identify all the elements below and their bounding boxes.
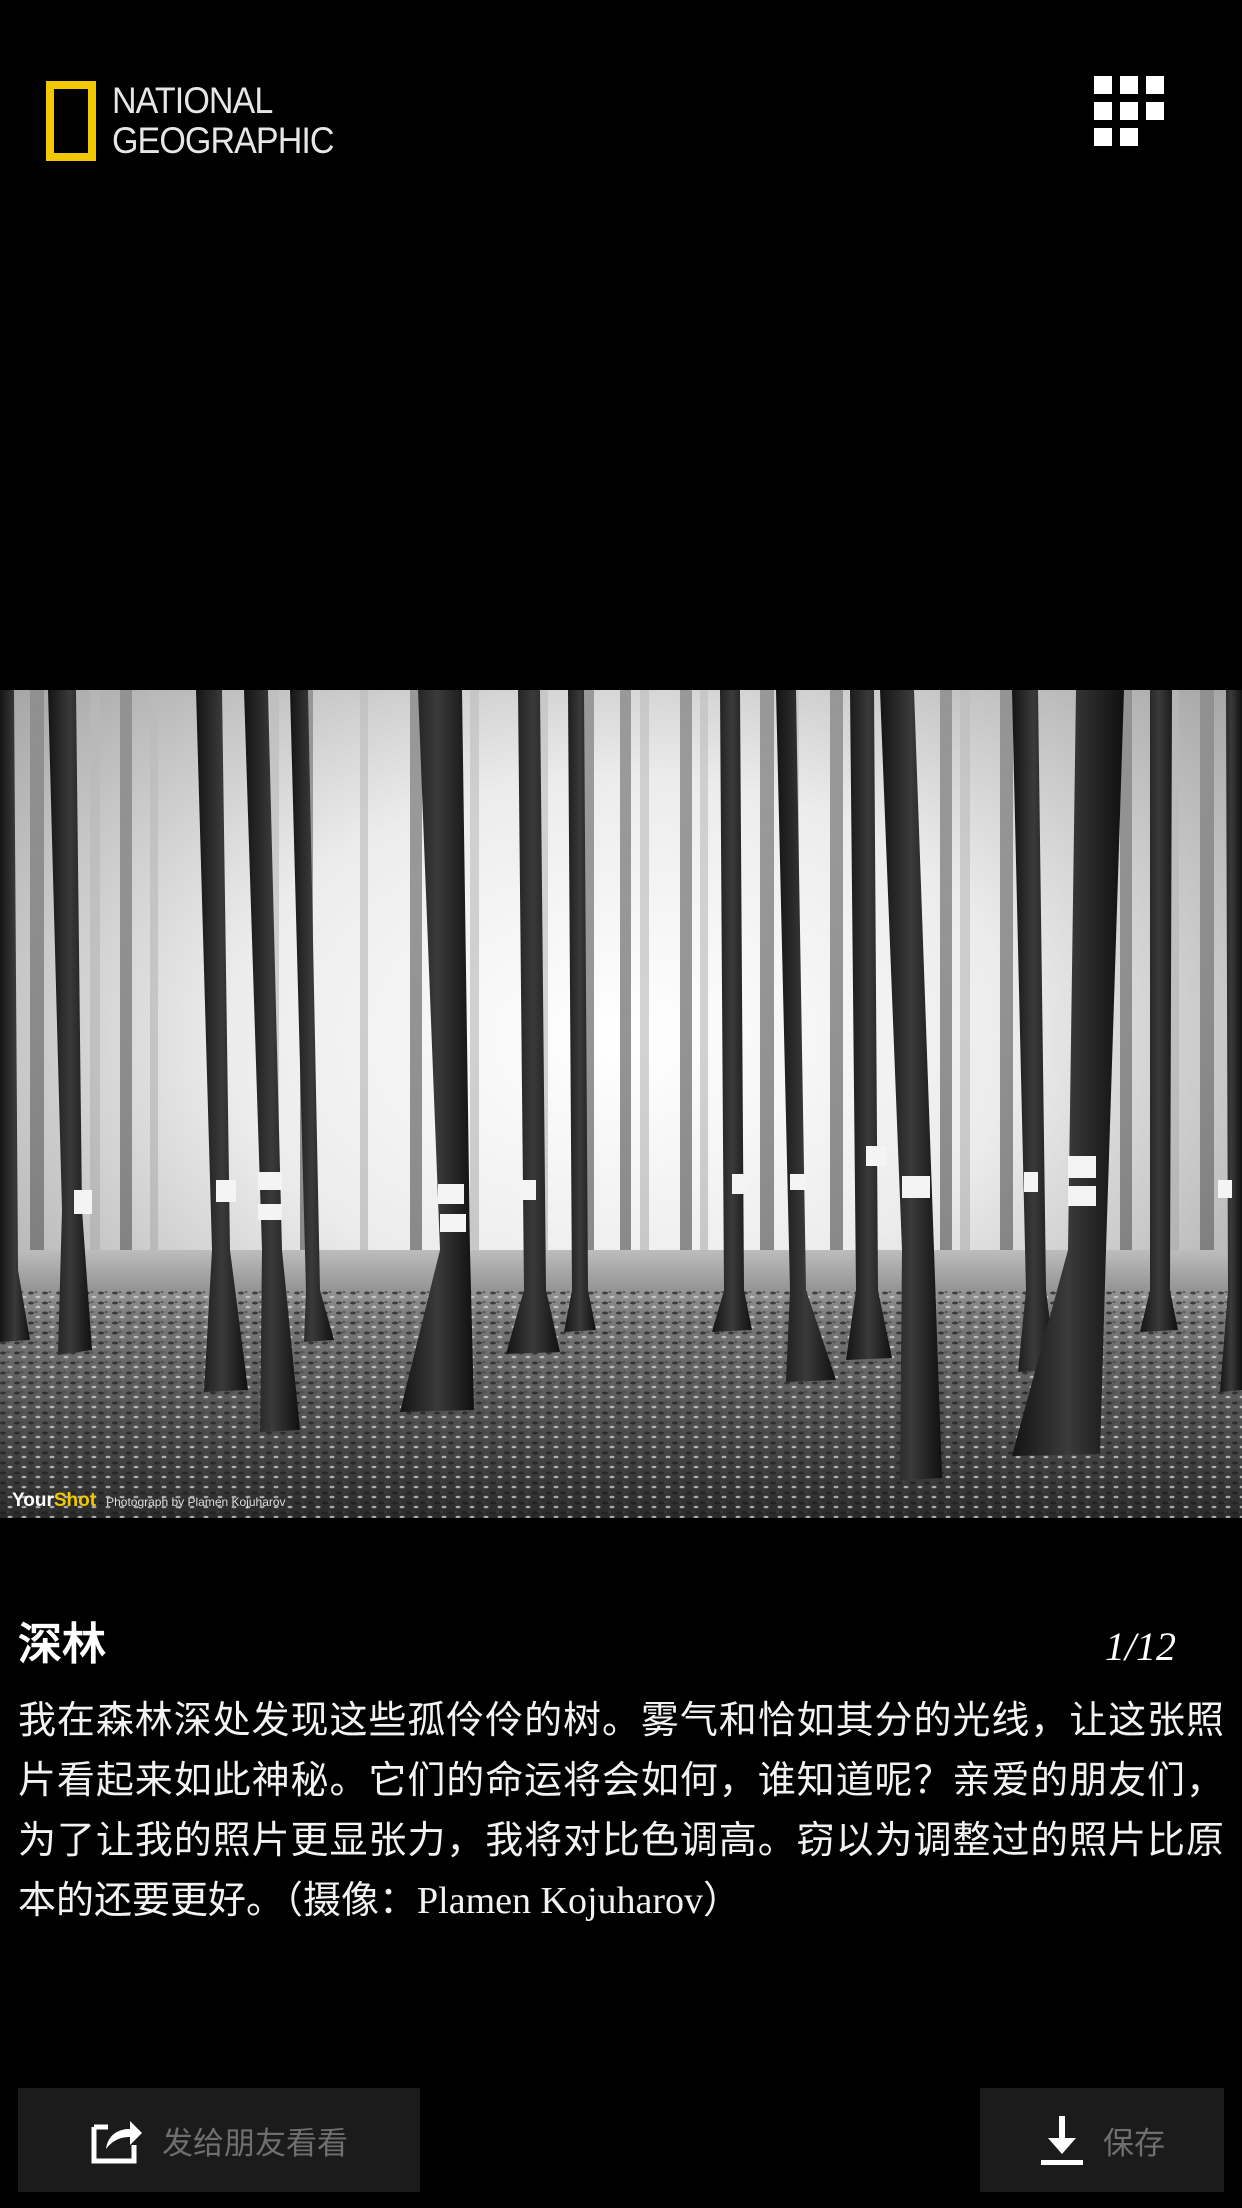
share-icon [91,2121,142,2164]
grid-dot [1094,102,1112,120]
grid-dot [1094,76,1112,94]
forest-photo: YourShot Photograph by Plamen Kojuharov [0,690,1242,1518]
credit-photographer: Photograph by Plamen Kojuharov [106,1495,286,1509]
share-button-label: 发给朋友看看 [162,2125,348,2162]
grid-dot [1094,128,1112,146]
photo-credit: YourShot Photograph by Plamen Kojuharov [12,1490,286,1512]
download-icon [1041,2116,1083,2165]
credit-your: Your [12,1490,54,1511]
grid-dot [1120,76,1138,94]
logo-line-1: NATIONAL [112,80,273,121]
logo-yellow-frame [46,81,96,161]
credit-shot: Shot [53,1490,97,1511]
grid-dot [1120,128,1138,146]
photo-description: 我在森林深处发现这些孤伶伶的树。雾气和恰如其分的光线，让这张照片看起来如此神秘。… [18,1690,1224,1931]
logo-wordmark: NATIONAL GEOGRAPHIC [112,81,334,161]
photo-counter: 1/12 [1104,1624,1176,1669]
save-button[interactable]: 保存 [980,2088,1224,2192]
grid-dot [1120,102,1138,120]
save-button-label: 保存 [1103,2125,1165,2162]
forest-photo-image [0,690,1242,1518]
grid-dot [1146,102,1164,120]
photo-title: 深林 [18,1619,106,1670]
grid-menu-icon[interactable] [1094,76,1164,146]
brand-logo: NATIONAL GEOGRAPHIC [46,76,353,166]
description-end: ） [703,1878,742,1922]
logo-line-2: GEOGRAPHIC [112,120,334,161]
grid-dot [1146,76,1164,94]
share-button[interactable]: 发给朋友看看 [18,2088,420,2192]
grid-dot-empty [1146,128,1164,146]
description-photographer: Plamen Kojuharov [417,1880,704,1922]
